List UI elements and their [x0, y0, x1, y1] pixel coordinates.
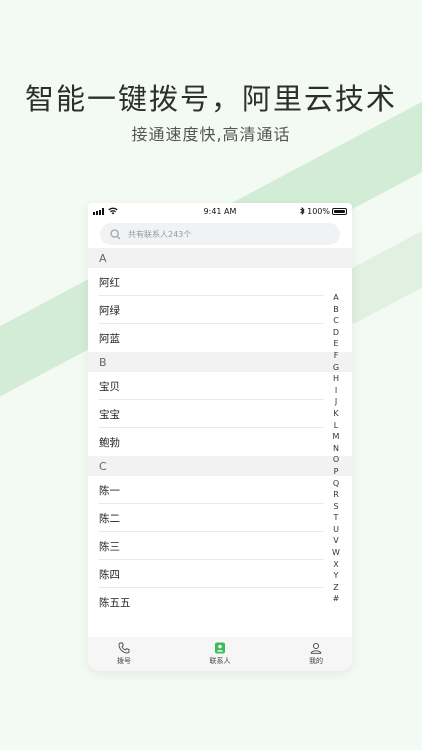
alphabet-index[interactable]: A B C D E F G H I J K L M N O P Q R S T …	[331, 292, 341, 605]
battery-percent: 100%	[307, 206, 330, 216]
index-letter[interactable]: E	[333, 338, 338, 350]
index-letter[interactable]: Y	[334, 570, 339, 582]
index-letter[interactable]: R	[333, 489, 339, 501]
tab-dial[interactable]: 拨号	[104, 637, 144, 671]
index-letter[interactable]: S	[333, 501, 338, 513]
contacts-icon	[215, 642, 225, 654]
index-letter[interactable]: B	[333, 304, 339, 316]
search-icon	[110, 228, 121, 239]
contact-item[interactable]: 阿红	[88, 268, 352, 296]
index-letter[interactable]: D	[333, 327, 339, 339]
contact-item[interactable]: 陈三	[88, 532, 352, 560]
contact-item[interactable]: 陈四	[88, 560, 352, 588]
wifi-icon	[108, 207, 118, 215]
index-letter[interactable]: F	[334, 350, 339, 362]
index-letter[interactable]: Z	[333, 582, 338, 594]
search-placeholder: 共有联系人243个	[128, 229, 192, 239]
index-letter[interactable]: #	[333, 593, 340, 605]
contact-item[interactable]: 陈五五	[88, 588, 352, 616]
index-letter[interactable]: U	[333, 524, 339, 536]
index-letter[interactable]: X	[333, 559, 338, 571]
person-icon	[310, 642, 322, 654]
section-header-a: A	[88, 248, 352, 268]
search-bar[interactable]: 共有联系人243个	[100, 223, 340, 245]
bluetooth-icon	[300, 207, 305, 215]
index-letter[interactable]: Q	[333, 478, 339, 490]
promo-headline: 智能一键拨号，阿里云技术	[24, 82, 397, 116]
contact-item[interactable]: 阿蓝	[88, 324, 352, 352]
index-letter[interactable]: C	[333, 315, 339, 327]
contact-item[interactable]: 陈二	[88, 504, 352, 532]
index-letter[interactable]: N	[333, 443, 339, 455]
contact-item[interactable]: 宝宝	[88, 400, 352, 428]
index-letter[interactable]: J	[335, 396, 337, 408]
section-header-c: C	[88, 456, 352, 476]
index-letter[interactable]: M	[333, 431, 340, 443]
contact-item[interactable]: 鲍勃	[88, 428, 352, 456]
contact-item[interactable]: 宝贝	[88, 372, 352, 400]
signal-icon	[93, 207, 104, 215]
tab-bar: 拨号 联系人 我的	[88, 637, 352, 671]
index-letter[interactable]: V	[333, 535, 338, 547]
index-letter[interactable]: H	[333, 373, 339, 385]
tab-contacts[interactable]: 联系人	[200, 637, 240, 671]
contact-item[interactable]: 阿绿	[88, 296, 352, 324]
index-letter[interactable]: G	[333, 362, 339, 374]
status-bar: 9:41 AM 100%	[88, 203, 352, 219]
contact-list: A 阿红 阿绿 阿蓝 B 宝贝 宝宝 鲍勃 C 陈一 陈二 陈三 陈四 陈五五	[88, 248, 352, 616]
tab-mine[interactable]: 我的	[296, 637, 336, 671]
index-letter[interactable]: A	[333, 292, 338, 304]
index-letter[interactable]: L	[334, 420, 338, 432]
index-letter[interactable]: I	[335, 385, 337, 397]
contact-item[interactable]: 陈一	[88, 476, 352, 504]
index-letter[interactable]: P	[334, 466, 339, 478]
index-letter[interactable]: K	[333, 408, 338, 420]
section-header-b: B	[88, 352, 352, 372]
promo-subline: 接通速度快,高清通话	[131, 125, 291, 144]
index-letter[interactable]: O	[333, 454, 339, 466]
index-letter[interactable]: T	[334, 512, 339, 524]
battery-icon	[331, 207, 347, 215]
phone-icon	[118, 642, 130, 654]
index-letter[interactable]: W	[332, 547, 340, 559]
phone-screen: 9:41 AM 100% 共有联系人243个 A 阿红 阿绿 阿蓝 B 宝贝 宝…	[88, 203, 352, 671]
status-time: 9:41 AM	[203, 206, 237, 216]
